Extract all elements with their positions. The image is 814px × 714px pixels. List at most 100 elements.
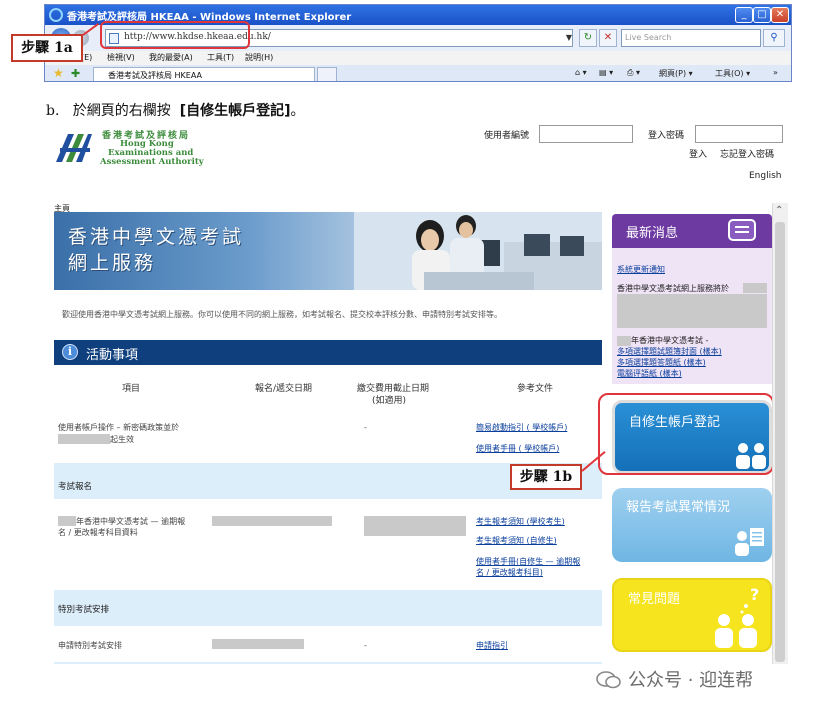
scrollbar-thumb[interactable] [775, 222, 785, 662]
col-header-date: 報名/遞交日期 [255, 384, 313, 394]
password-label: 登入密碼 [648, 131, 685, 141]
doc-link-late-entry-manual[interactable]: 使用者手冊(自修生 — 逾期報 [476, 556, 580, 567]
doc-link-late-entry-manual-2[interactable]: 名 / 更改報考科目) [476, 567, 543, 578]
redacted-year [58, 516, 76, 526]
report-irregularities-tile[interactable]: 報告考試異常情況 [612, 488, 772, 562]
news-text-maintenance: 香港中學文憑考試網上服務將於 [617, 284, 729, 293]
instruction-marker: b. [46, 103, 60, 119]
table-row: 使用者帳戶操作 – 新密碼政策並於 起生效 - 簡易啟動指引 ( 學校帳戶) 使… [54, 410, 602, 460]
doc-link-application-guide[interactable]: 申請指引 [476, 640, 508, 651]
tools-menu[interactable]: 工具(O) ▾ [715, 68, 750, 79]
news-link-computer-sheet[interactable]: 電腦评語紙 (樣本) [617, 369, 682, 379]
news-link-mc-answer-sheet[interactable]: 多項選擇題答題紙 (樣本) [617, 358, 706, 368]
news-text-mc: 年香港中學文憑考試 - [631, 336, 709, 345]
minimize-button[interactable]: _ [735, 7, 753, 23]
faq-tile-label: 常見問題 [628, 592, 681, 607]
tab-row: ★ ✚ 香港考試及評核局 HKEAA ⌂ ▾ ▤ ▾ ⎙ ▾ 網頁(P) ▾ 工… [45, 65, 791, 81]
table-row: 年香港中學文憑考試 — 逾期報 名 / 更改報考科目資料 考生報考須知 (學校考… [54, 510, 602, 580]
english-link[interactable]: English [749, 171, 782, 181]
speech-bubble-icon [728, 219, 756, 241]
welcome-text: 歡迎使用香港中學文憑考試網上服務。你可以使用不同的網上服務，如考試報名、提交校本… [62, 310, 502, 319]
print-icon[interactable]: ⎙ ▾ [627, 68, 640, 78]
tab-hkeaa[interactable]: 香港考試及評核局 HKEAA [93, 67, 315, 81]
page-menu[interactable]: 網頁(P) ▾ [659, 68, 693, 79]
news-title: 最新消息 [626, 226, 679, 241]
person-document-icon [735, 528, 764, 556]
home-icon[interactable]: ⌂ ▾ [575, 68, 587, 77]
instruction-emphasis: [自修生帳戶登記] [179, 103, 291, 119]
step-1a-label: 步驟 1a [11, 34, 83, 62]
row2-item: 年香港中學文憑考試 — 逾期報 [76, 517, 186, 526]
search-icon[interactable]: ⚲ [763, 29, 785, 47]
col-header-docs: 參考文件 [517, 384, 554, 394]
refresh-button[interactable]: ↻ [579, 29, 597, 47]
row1-item-end: 起生效 [110, 435, 134, 444]
feeds-icon[interactable]: ▤ ▾ [599, 68, 613, 77]
command-bar: ⌂ ▾ ▤ ▾ ⎙ ▾ 網頁(P) ▾ 工具(O) ▾ » [575, 68, 785, 81]
user-id-label: 使用者編號 [484, 131, 530, 141]
banner: 香港中學文憑考試 網上服務 [54, 212, 602, 290]
question-people-icon: ? [715, 585, 759, 648]
menu-help[interactable]: 說明(H) [245, 52, 273, 63]
address-dropdown-icon[interactable]: ▼ [563, 30, 575, 46]
faq-tile[interactable]: 常見問題 ? [612, 578, 772, 652]
redacted-news [617, 294, 767, 328]
password-input[interactable] [695, 125, 783, 143]
ie-logo-icon [49, 8, 63, 22]
menu-tools[interactable]: 工具(T) [207, 52, 234, 63]
row3-fee: - [364, 641, 367, 650]
instruction-body: 於網頁的右欄按 [72, 103, 171, 119]
stop-button[interactable]: ✕ [599, 29, 617, 47]
logo-text-en-3: Assessment Authority [100, 157, 204, 167]
maximize-button[interactable]: □ [753, 7, 771, 23]
info-icon: i [62, 344, 78, 360]
section-exam-title: 考試報名 [58, 482, 93, 492]
redacted-fee-deadline [364, 516, 466, 536]
table-bottom-edge [54, 662, 602, 664]
doc-link-quick-guide[interactable]: 簡易啟動指引 ( 學校帳戶) [476, 422, 567, 433]
students-photo [354, 212, 602, 290]
doc-link-school-candidates[interactable]: 考生報考須知 (學校考生) [476, 516, 565, 527]
redacted-period [212, 639, 304, 649]
scroll-up-icon[interactable]: ⌃ [775, 205, 783, 216]
svg-text:?: ? [750, 585, 759, 604]
redacted-date [58, 434, 110, 444]
redacted-year [617, 336, 631, 346]
menu-favorites[interactable]: 我的最愛(A) [149, 52, 193, 63]
redacted-date [743, 283, 767, 293]
favorites-star-icon[interactable]: ★ [53, 66, 64, 80]
register-highlight-box [598, 393, 774, 475]
doc-link-user-manual[interactable]: 使用者手冊 ( 學校帳戶) [476, 443, 559, 454]
col-header-fee-note: (如適用) [372, 396, 407, 406]
new-tab-button[interactable] [317, 67, 337, 81]
news-link-mc-cover[interactable]: 多項選擇題試題簿封面 (樣本) [617, 347, 722, 357]
doc-link-private-candidates[interactable]: 考生報考須知 (自修生) [476, 535, 557, 546]
user-id-input[interactable] [539, 125, 633, 143]
menu-view[interactable]: 檢視(V) [107, 52, 135, 63]
redacted-period [212, 516, 332, 526]
forgot-password-link[interactable]: 忘記登入密碼 [720, 147, 774, 160]
row1-item: 使用者帳戶操作 – 新密碼政策並於 [58, 423, 180, 432]
news-panel: 系統更新通知 香港中學文憑考試網上服務將於 年香港中學文憑考試 - 多項選擇題試… [612, 248, 772, 384]
banner-title: 香港中學文憑考試 [68, 226, 245, 248]
row1-fee: - [364, 423, 367, 432]
news-header: 最新消息 [612, 214, 772, 248]
menu-bar: 編輯(E) 檢視(V) 我的最愛(A) 工具(T) 說明(H) [45, 51, 791, 65]
wechat-icon [596, 671, 621, 689]
banner-subtitle: 網上服務 [68, 252, 157, 274]
url-highlight-box [100, 21, 250, 49]
chevron-more-icon[interactable]: » [773, 68, 778, 77]
news-link-system-update[interactable]: 系統更新通知 [617, 265, 665, 275]
search-placeholder: Live Search [625, 33, 672, 42]
report-tile-label: 報告考試異常情況 [626, 500, 731, 515]
search-input[interactable]: Live Search [621, 29, 761, 47]
login-button[interactable]: 登入 [689, 147, 707, 160]
section-special-band [54, 590, 602, 626]
row3-item: 申請特別考試安排 [58, 641, 122, 650]
section-special-title: 特別考試安排 [58, 605, 110, 615]
activities-header: i 活動事項 [54, 340, 602, 365]
hkeaa-logo-icon [56, 134, 92, 162]
watermark-text: 公众号 · 迎连帮 [628, 670, 754, 691]
close-button[interactable]: ✕ [771, 7, 789, 23]
add-favorite-icon[interactable]: ✚ [71, 67, 80, 80]
